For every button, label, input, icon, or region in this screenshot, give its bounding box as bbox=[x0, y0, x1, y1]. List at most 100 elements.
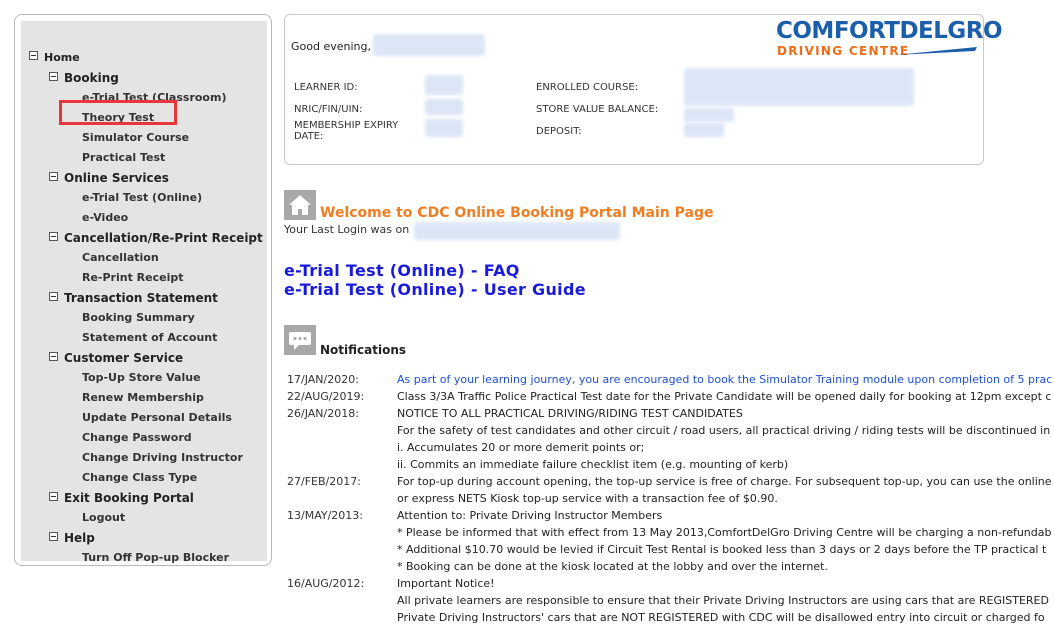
sidebar-item-label: Online Services bbox=[64, 171, 169, 185]
sidebar-link-update-personal-details[interactable]: Update Personal Details bbox=[82, 411, 232, 424]
toggle-minus-icon[interactable] bbox=[49, 492, 58, 501]
toggle-minus-icon[interactable] bbox=[49, 352, 58, 361]
notification-text: For the safety of test candidates and ot… bbox=[397, 424, 1051, 437]
sidebar-link-re-print-receipt[interactable]: Re-Print Receipt bbox=[82, 271, 184, 284]
sidebar-section-cancellation-re-print-receipt[interactable]: Cancellation/Re-Print Receipt bbox=[49, 231, 263, 245]
sidebar-link-cancellation[interactable]: Cancellation bbox=[82, 251, 159, 264]
sidebar-item-label: Re-Print Receipt bbox=[82, 271, 184, 284]
sidebar-section-transaction-statement[interactable]: Transaction Statement bbox=[49, 291, 218, 305]
user-guide-link[interactable]: e-Trial Test (Online) - User Guide bbox=[284, 280, 586, 299]
sidebar-item-label: Statement of Account bbox=[82, 331, 218, 344]
notification-date: 13/MAY/2013: bbox=[287, 509, 363, 522]
sidebar-link-change-driving-instructor[interactable]: Change Driving Instructor bbox=[82, 451, 243, 464]
notification-date: 27/FEB/2017: bbox=[287, 475, 361, 488]
redacted-last-login bbox=[414, 222, 620, 240]
sidebar-link-top-up-store-value[interactable]: Top-Up Store Value bbox=[82, 371, 201, 384]
notification-date: 22/AUG/2019: bbox=[287, 390, 365, 403]
sidebar-item-label: Logout bbox=[82, 511, 126, 524]
redacted-nric bbox=[425, 99, 463, 115]
sidebar-item-label: e-Trial Test (Online) bbox=[82, 191, 203, 204]
membership-expiry-label: MEMBERSHIP EXPIRY DATE: bbox=[294, 120, 399, 142]
sidebar-link-turn-off-pop-up-blocker[interactable]: Turn Off Pop-up Blocker bbox=[82, 551, 229, 564]
toggle-minus-icon[interactable] bbox=[49, 292, 58, 301]
nric-label: NRIC/FIN/UIN: bbox=[294, 104, 363, 115]
notification-text: i. Accumulates 20 or more demerit points… bbox=[397, 441, 645, 454]
sidebar-item-label: Exit Booking Portal bbox=[64, 491, 194, 505]
sidebar-section-exit-booking-portal[interactable]: Exit Booking Portal bbox=[49, 491, 194, 505]
notification-text: Important Notice! bbox=[397, 577, 495, 590]
sidebar-link-practical-test[interactable]: Practical Test bbox=[82, 151, 165, 164]
sidebar-item-label: Home bbox=[44, 51, 80, 64]
sidebar-item-label: Turn Off Pop-up Blocker bbox=[82, 551, 230, 564]
notification-text[interactable]: As part of your learning journey, you ar… bbox=[397, 373, 1052, 386]
home-icon bbox=[284, 190, 316, 220]
sidebar-item-label: Top-Up Store Value bbox=[82, 371, 201, 384]
sidebar-link-simulator-course[interactable]: Simulator Course bbox=[82, 131, 189, 144]
notification-text: All private learners are responsible to … bbox=[397, 594, 1049, 607]
sidebar-link-e-trial-test-online[interactable]: e-Trial Test (Online) bbox=[82, 191, 202, 204]
highlight-theory-test bbox=[59, 100, 177, 125]
notification-text: ii. Commits an immediate failure checkli… bbox=[397, 458, 789, 471]
toggle-minus-icon[interactable] bbox=[49, 232, 58, 241]
chat-icon bbox=[284, 325, 316, 355]
sidebar-link-renew-membership[interactable]: Renew Membership bbox=[82, 391, 204, 404]
notification-text: Private Driving Instructors' cars that a… bbox=[397, 611, 1045, 624]
toggle-minus-icon[interactable] bbox=[49, 72, 58, 81]
sidebar-item-label: Help bbox=[64, 531, 95, 545]
redacted-learner-id bbox=[425, 75, 463, 95]
sidebar-section-customer-service[interactable]: Customer Service bbox=[49, 351, 183, 365]
notification-text: * Please be informed that with effect fr… bbox=[397, 526, 1052, 539]
redacted-balance bbox=[684, 108, 734, 122]
sidebar: Home Booking e-Trial Test (Classroom) Theor… bbox=[14, 14, 272, 566]
notifications-title: Notifications bbox=[320, 343, 407, 357]
sidebar-link-change-class-type[interactable]: Change Class Type bbox=[82, 471, 197, 484]
sidebar-item-label: e-Video bbox=[82, 211, 129, 224]
sidebar-item-label: Change Password bbox=[82, 431, 192, 444]
store-value-label: STORE VALUE BALANCE: bbox=[536, 104, 659, 115]
sidebar-item-label: Cancellation bbox=[82, 251, 159, 264]
sidebar-item-label: Renew Membership bbox=[82, 391, 204, 404]
sidebar-item-label: Booking Summary bbox=[82, 311, 195, 324]
sidebar-item-label: Change Class Type bbox=[82, 471, 198, 484]
sidebar-item-label: Customer Service bbox=[64, 351, 184, 365]
learner-id-label: LEARNER ID: bbox=[294, 82, 358, 93]
sidebar-section-online-services[interactable]: Online Services bbox=[49, 171, 169, 185]
faq-link[interactable]: e-Trial Test (Online) - FAQ bbox=[284, 261, 520, 280]
notification-text: * Additional $10.70 would be levied if C… bbox=[397, 543, 1047, 556]
notification-date: 26/JAN/2018: bbox=[287, 407, 359, 420]
sidebar-link-change-password[interactable]: Change Password bbox=[82, 431, 192, 444]
toggle-minus-icon[interactable] bbox=[29, 51, 38, 60]
sidebar-link-booking-summary[interactable]: Booking Summary bbox=[82, 311, 195, 324]
notification-text: Attention to: Private Driving Instructor… bbox=[397, 509, 663, 522]
sidebar-item-label: Practical Test bbox=[82, 151, 166, 164]
redacted-deposit bbox=[684, 123, 724, 137]
sidebar-link-e-video[interactable]: e-Video bbox=[82, 211, 128, 224]
last-login-text: Your Last Login was on bbox=[284, 223, 410, 236]
sidebar-item-label: Update Personal Details bbox=[82, 411, 232, 424]
sidebar-section-home[interactable]: Home bbox=[29, 51, 80, 64]
toggle-minus-icon[interactable] bbox=[49, 172, 58, 181]
sidebar-link-logout[interactable]: Logout bbox=[82, 511, 125, 524]
toggle-minus-icon[interactable] bbox=[49, 532, 58, 541]
notification-text: * Booking can be done at the kiosk locat… bbox=[397, 560, 828, 573]
notification-text: Class 3/3A Traffic Police Practical Test… bbox=[397, 390, 1052, 403]
redacted-name bbox=[373, 34, 485, 56]
deposit-label: DEPOSIT: bbox=[536, 126, 582, 137]
notification-text: or express NETS Kiosk top-up service wit… bbox=[397, 492, 778, 505]
welcome-title: Welcome to CDC Online Booking Portal Mai… bbox=[320, 205, 714, 221]
redacted-course bbox=[684, 68, 914, 106]
notification-date: 16/AUG/2012: bbox=[287, 577, 365, 590]
learner-info-card: Good evening, LEARNER ID: NRIC/FIN/UIN: … bbox=[284, 14, 1003, 165]
sidebar-section-help[interactable]: Help bbox=[49, 531, 95, 545]
sidebar-item-label: Cancellation/Re-Print Receipt bbox=[64, 231, 263, 245]
sidebar-item-label: Simulator Course bbox=[82, 131, 190, 144]
logo-comfortdelgro: COMFORTDELGRO bbox=[776, 18, 1003, 44]
sidebar-section-booking[interactable]: Booking bbox=[49, 71, 119, 85]
notification-text: For top-up during account opening, the t… bbox=[397, 475, 1052, 488]
logo-swoosh-icon bbox=[895, 47, 977, 55]
sidebar-link-statement-of-account[interactable]: Statement of Account bbox=[82, 331, 217, 344]
enrolled-course-label: ENROLLED COURSE: bbox=[536, 82, 639, 93]
sidebar-tree-panel: Home Booking e-Trial Test (Classroom) Theor… bbox=[21, 21, 267, 564]
sidebar-item-label: Transaction Statement bbox=[64, 291, 218, 305]
greeting-text: Good evening, bbox=[291, 40, 371, 53]
